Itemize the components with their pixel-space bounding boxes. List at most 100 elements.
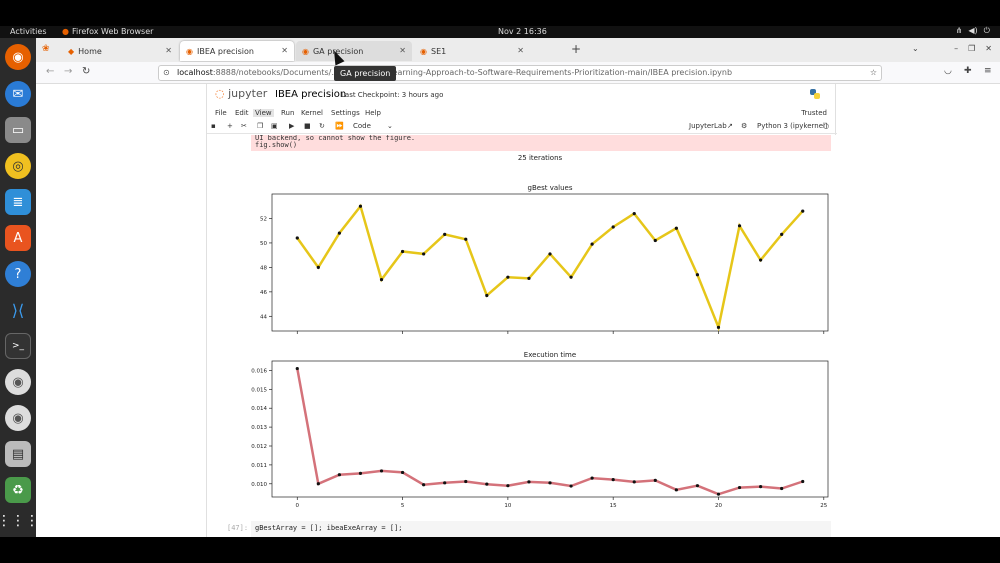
kernel-name[interactable]: Python 3 (ipykernel) [757,122,828,130]
series-line [296,368,804,496]
disc2-dock-icon[interactable]: ◉ [5,405,31,431]
data-point [379,469,384,473]
files-dock-icon[interactable]: ▭ [5,117,31,143]
thunderbird-dock-icon[interactable]: ✉ [5,81,31,107]
app-grid-icon[interactable]: ⋮⋮⋮ [0,508,39,534]
kernel-status-icon: ○ [823,122,830,130]
stop-icon[interactable]: ■ [304,122,311,130]
tab-ibea-precision[interactable]: ◉ IBEA precision ✕ [180,41,294,61]
axes-frame [271,360,829,498]
run-all-icon[interactable]: ⏩ [335,122,344,130]
x-tick-label: 25 [820,503,827,509]
notebook-body[interactable]: UI backend, so cannot show the figure. f… [207,135,837,537]
forward-icon[interactable]: → [64,66,72,77]
cell-code[interactable]: gBestArray = []; ibeaExeArray = []; [251,521,831,537]
y-tick-label: 0.012 [251,444,267,450]
list-tabs-icon[interactable]: ⌄ [912,44,919,53]
tab-se1[interactable]: ◉ SE1 ✕ [414,41,530,61]
jupyterlab-link[interactable]: JupyterLab [689,122,727,130]
x-tick-label: 0 [296,503,300,509]
data-point [632,211,636,216]
jupyter-logo[interactable]: ◌ jupyter [215,87,267,100]
y-tick-label: 48 [260,265,267,271]
tab-home[interactable]: ◆ Home ✕ [62,41,178,61]
tab-ga-precision[interactable]: ◉ GA precision ✕ [296,41,412,61]
reload-icon[interactable]: ↻ [82,66,90,77]
help-dock-icon[interactable]: ? [5,261,31,287]
new-tab-button[interactable]: + [571,42,581,56]
trash-dock-icon[interactable]: ♻ [5,477,31,503]
minimize-icon[interactable]: – [954,44,958,53]
chevron-down-icon[interactable]: ⌄ [387,122,393,130]
app-menu[interactable]: ● Firefox Web Browser [62,27,153,36]
disc-dock-icon[interactable]: ◉ [5,369,31,395]
data-point [590,476,594,480]
menu-icon[interactable]: ≡ [984,66,992,76]
data-point [674,488,678,492]
firefox-dock-icon[interactable]: ◉ [5,44,31,70]
y-tick-label: 0.013 [251,425,267,431]
menu-edit[interactable]: Edit [235,109,249,117]
x-tick-label: 10 [504,503,511,509]
insert-cell-icon[interactable]: + [227,122,233,130]
gear-icon[interactable]: ⚙ [741,122,747,130]
menu-settings[interactable]: Settings [331,109,360,117]
close-tab-icon[interactable]: ✕ [399,46,406,55]
gbest-subplot: gBest values 44 46 48 50 52 [260,184,829,334]
close-window-icon[interactable]: ✕ [985,44,992,53]
save-icon[interactable]: ▪ [211,122,216,130]
data-point [674,226,678,230]
run-icon[interactable]: ▶ [289,122,294,130]
restart-icon[interactable]: ↻ [319,122,325,130]
data-point [780,486,784,491]
cell-type-select[interactable]: Code [353,122,371,130]
next-code-cell[interactable]: [47]: gBestArray = []; ibeaExeArray = []… [207,521,837,537]
system-tray[interactable]: ⋔ ◀) ⏻ [956,26,990,36]
notebook-menubar: File Edit View Run Kernel Settings Help … [207,108,837,120]
terminal-dock-icon[interactable]: >_ [5,333,31,359]
close-tab-icon[interactable]: ✕ [165,46,172,55]
close-tab-icon[interactable]: ✕ [517,46,524,55]
trusted-badge[interactable]: Trusted [801,109,827,117]
data-point [801,479,805,484]
software-dock-icon[interactable]: A [5,225,31,251]
menu-view[interactable]: View [253,109,274,117]
vscode-dock-icon[interactable]: ⟩⟨ [5,297,31,323]
notebook-title[interactable]: IBEA precision [275,89,346,100]
data-point [400,470,405,475]
menu-kernel[interactable]: Kernel [301,109,323,117]
data-point [695,484,700,488]
site-info-icon[interactable]: ⊙ [163,66,170,80]
copy-icon[interactable]: ❐ [257,122,263,130]
extensions-icon[interactable]: ✚ [964,66,972,76]
data-point [506,484,510,488]
back-icon[interactable]: ← [46,66,54,77]
maximize-icon[interactable]: ❐ [968,44,975,53]
data-point [759,485,763,489]
clock[interactable]: Nov 2 16:36 [498,27,547,36]
drive-dock-icon[interactable]: ▤ [5,441,31,467]
bookmark-star-icon[interactable]: ☆ [870,66,877,80]
url-bar[interactable]: ⊙ localhost:8888/notebooks/Documents/…/l… [158,65,882,81]
url-host: localhost [177,68,213,77]
paste-icon[interactable]: ▣ [271,122,278,130]
close-tab-icon[interactable]: ✕ [281,46,288,55]
jupyter-tab-icon: ◉ [186,46,193,56]
menu-file[interactable]: File [215,109,227,117]
menu-help[interactable]: Help [365,109,381,117]
data-point [358,471,363,475]
tab-overview-icon[interactable]: ❀ [42,44,50,54]
activities-button[interactable]: Activities [10,27,47,36]
cut-icon[interactable]: ✂ [241,122,247,130]
writer-dock-icon[interactable]: ≣ [5,189,31,215]
y-tick-label: 46 [260,290,267,296]
y-tick-label: 0.014 [251,406,267,412]
pocket-icon[interactable]: ◡ [944,66,952,76]
window-controls: – ❐ ✕ [954,44,992,53]
series-markers [295,366,805,496]
series-markers [295,204,805,329]
y-tick-label: 50 [260,241,267,247]
rhythmbox-dock-icon[interactable]: ◎ [5,153,31,179]
data-point [400,249,405,254]
menu-run[interactable]: Run [281,109,294,117]
